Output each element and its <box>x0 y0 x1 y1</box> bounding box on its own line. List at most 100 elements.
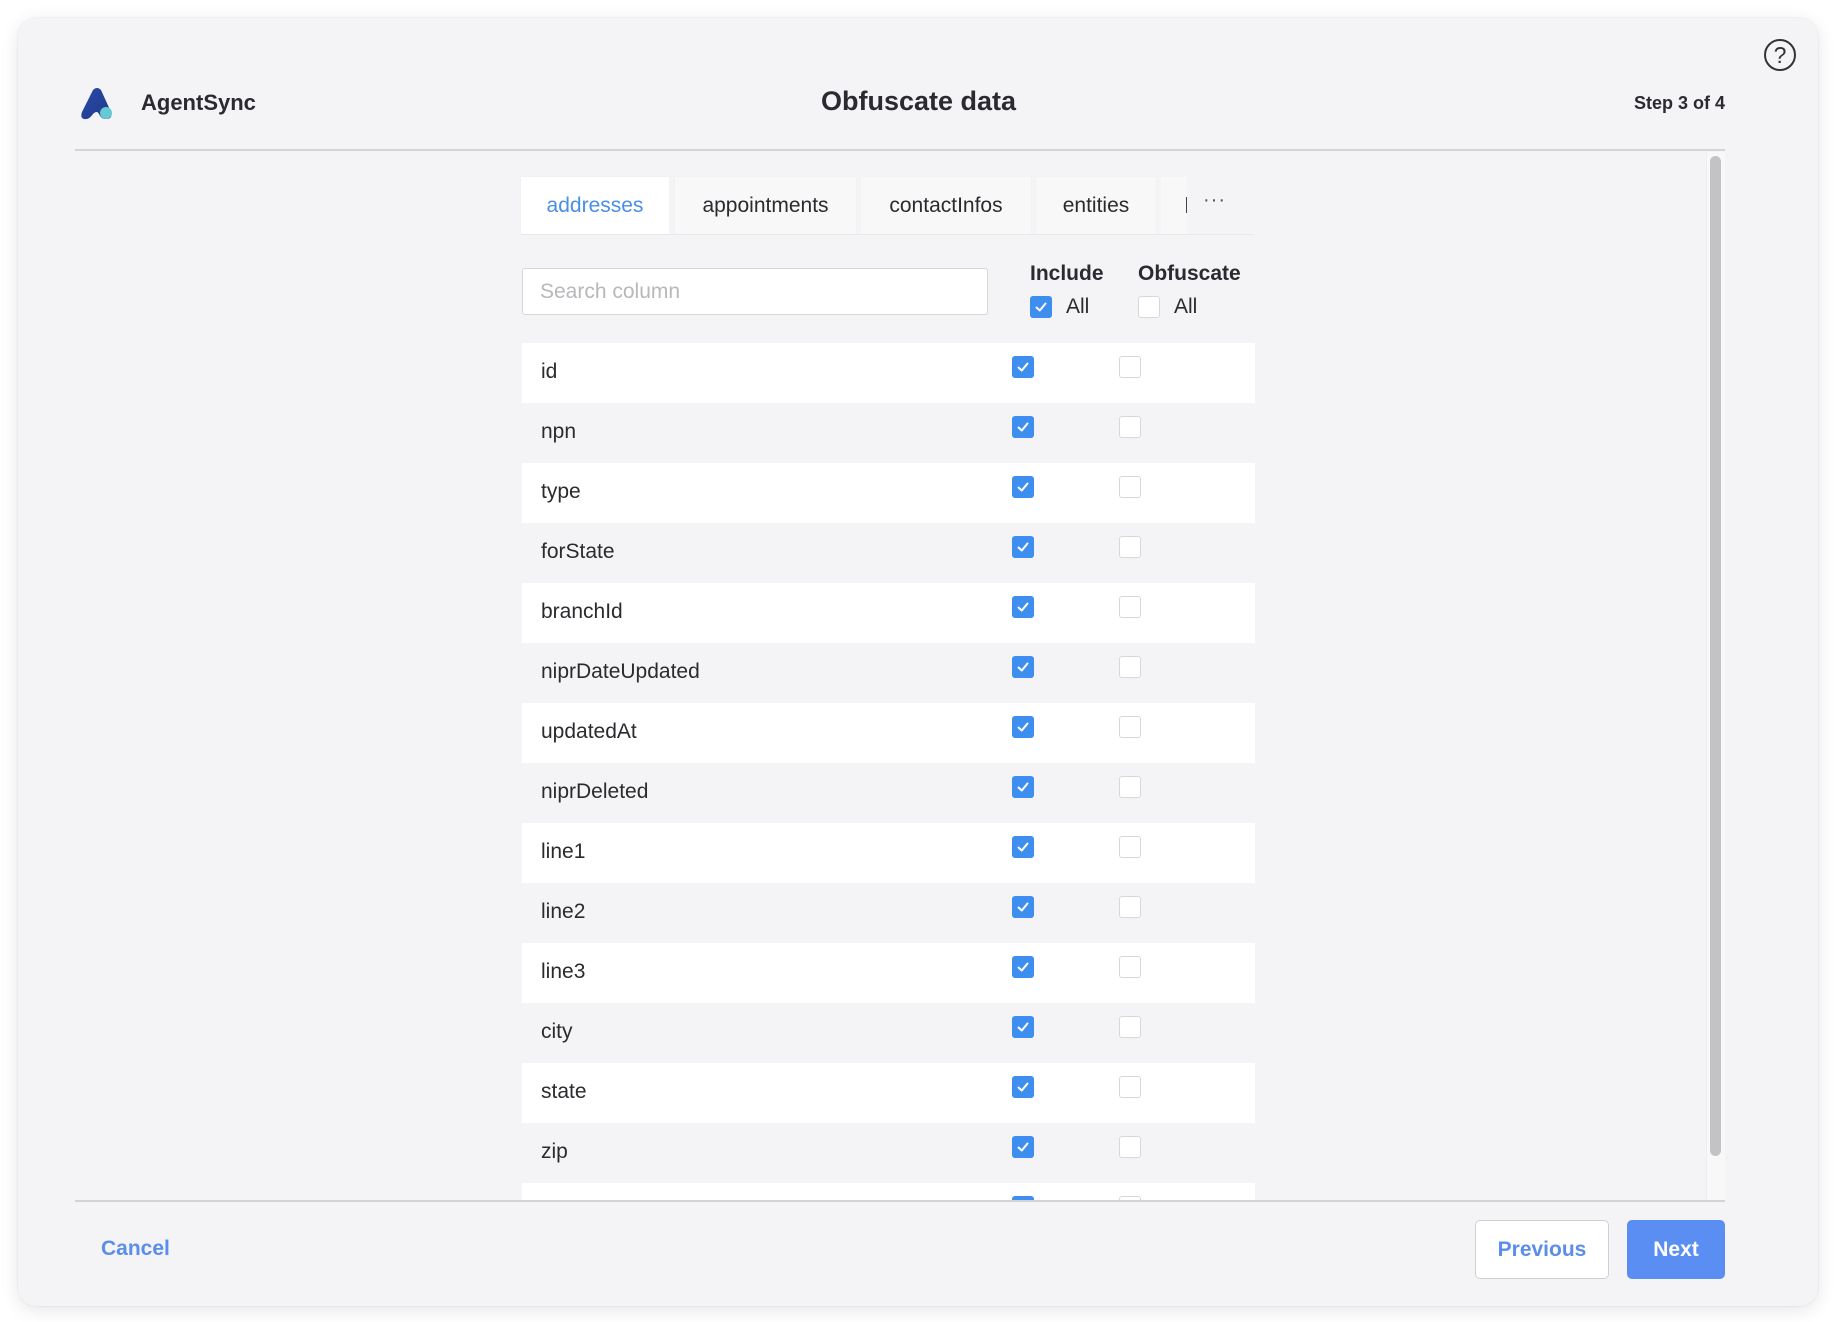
include-all-checkbox[interactable] <box>1030 296 1052 318</box>
checkmark-icon <box>1017 962 1029 972</box>
column-row: type <box>522 463 1255 523</box>
checkmark-icon <box>1017 1142 1029 1152</box>
checkmark-icon <box>1017 902 1029 912</box>
column-row: branchId <box>522 583 1255 643</box>
column-row: forState <box>522 523 1255 583</box>
tab-entities[interactable]: entities <box>1036 177 1156 234</box>
checkmark-icon <box>1017 662 1029 672</box>
obfuscate-checkbox[interactable] <box>1119 1016 1141 1038</box>
column-row: id <box>522 343 1255 403</box>
obfuscate-all-label: All <box>1174 295 1198 318</box>
checkmark-icon <box>1017 422 1029 432</box>
column-row: line3 <box>522 943 1255 1003</box>
column-row: city <box>522 1003 1255 1063</box>
column-row: niprDeleted <box>522 763 1255 823</box>
obfuscate-checkbox[interactable] <box>1119 1136 1141 1158</box>
column-row: line2 <box>522 883 1255 943</box>
column-name: line3 <box>541 960 586 983</box>
column-name: state <box>541 1080 587 1103</box>
include-checkbox[interactable] <box>1012 536 1034 558</box>
header-divider <box>75 149 1725 151</box>
page-title: Obfuscate data <box>820 86 1017 116</box>
column-name: zip <box>541 1140 568 1163</box>
include-checkbox[interactable] <box>1012 596 1034 618</box>
column-row: updatedAt <box>522 703 1255 763</box>
obfuscate-checkbox[interactable] <box>1119 776 1141 798</box>
column-row: state <box>522 1063 1255 1123</box>
checkmark-icon <box>1017 1022 1029 1032</box>
obfuscate-checkbox[interactable] <box>1119 536 1141 558</box>
column-name: npn <box>541 420 577 443</box>
previous-button[interactable]: Previous <box>1475 1220 1609 1279</box>
obfuscate-checkbox[interactable] <box>1119 896 1141 918</box>
question-circle-icon: ? <box>1773 41 1787 68</box>
column-list: id npn type forState branchId niprDateUpdated… <box>522 343 1255 1200</box>
column-name: line2 <box>541 900 586 923</box>
include-checkbox[interactable] <box>1012 776 1034 798</box>
checkmark-icon <box>1017 1082 1029 1092</box>
obfuscate-all-toggle[interactable]: All <box>1138 295 1197 319</box>
include-all-label: All <box>1066 295 1090 318</box>
obfuscate-all-checkbox[interactable] <box>1138 296 1160 318</box>
tab-addresses[interactable]: addresses <box>521 177 669 234</box>
obfuscate-checkbox[interactable] <box>1119 956 1141 978</box>
include-checkbox[interactable] <box>1012 356 1034 378</box>
include-column-header: Include <box>1030 262 1104 285</box>
help-button[interactable]: ? <box>1764 39 1796 71</box>
obfuscate-checkbox[interactable] <box>1119 1076 1141 1098</box>
table-tabs: addresses appointments contactInfos enti… <box>521 177 1254 235</box>
column-row: zip <box>522 1123 1255 1183</box>
include-checkbox[interactable] <box>1012 896 1034 918</box>
checkmark-icon <box>1017 722 1029 732</box>
column-name: forState <box>541 540 615 563</box>
column-row: line1 <box>522 823 1255 883</box>
search-column-input[interactable] <box>522 268 988 315</box>
column-name: line1 <box>541 840 586 863</box>
column-name: id <box>541 360 558 383</box>
include-checkbox[interactable] <box>1012 1076 1034 1098</box>
step-indicator: Step 3 of 4 <box>1633 93 1725 113</box>
obfuscate-checkbox[interactable] <box>1119 596 1141 618</box>
tab-appointments[interactable]: appointments <box>675 177 856 234</box>
checkmark-icon <box>1017 782 1029 792</box>
obfuscate-checkbox[interactable] <box>1119 476 1141 498</box>
obfuscate-checkbox[interactable] <box>1119 356 1141 378</box>
include-checkbox[interactable] <box>1012 956 1034 978</box>
column-name: niprDateUpdated <box>541 660 700 683</box>
column-row <box>522 1183 1255 1200</box>
footer-divider <box>75 1200 1725 1202</box>
column-name: niprDeleted <box>541 780 649 803</box>
include-checkbox[interactable] <box>1012 416 1034 438</box>
scrollbar-thumb[interactable] <box>1710 156 1721 1156</box>
column-name: branchId <box>541 600 623 623</box>
checkmark-icon <box>1017 842 1029 852</box>
include-checkbox[interactable] <box>1012 1136 1034 1158</box>
next-button[interactable]: Next <box>1627 1220 1725 1279</box>
column-name: updatedAt <box>541 720 637 743</box>
checkmark-icon <box>1017 482 1029 492</box>
more-tabs-icon[interactable]: ··· <box>1203 189 1226 212</box>
obfuscate-checkbox[interactable] <box>1119 416 1141 438</box>
obfuscate-checkbox[interactable] <box>1119 716 1141 738</box>
tab-overflow-partial[interactable] <box>1161 177 1187 234</box>
column-name: city <box>541 1020 573 1043</box>
column-name: type <box>541 480 581 503</box>
include-checkbox[interactable] <box>1012 836 1034 858</box>
cancel-button[interactable]: Cancel <box>101 1237 170 1261</box>
checkmark-icon <box>1017 602 1029 612</box>
column-row: niprDateUpdated <box>522 643 1255 703</box>
include-checkbox[interactable] <box>1012 716 1034 738</box>
include-all-toggle[interactable]: All <box>1030 295 1089 319</box>
include-checkbox[interactable] <box>1012 656 1034 678</box>
include-checkbox[interactable] <box>1012 476 1034 498</box>
column-row: npn <box>522 403 1255 463</box>
obfuscate-checkbox[interactable] <box>1119 836 1141 858</box>
checkmark-icon <box>1017 542 1029 552</box>
checkmark-icon <box>1035 302 1047 312</box>
tabs-divider <box>521 234 1254 235</box>
obfuscate-column-header: Obfuscate <box>1138 262 1241 285</box>
checkmark-icon <box>1017 362 1029 372</box>
obfuscate-checkbox[interactable] <box>1119 656 1141 678</box>
include-checkbox[interactable] <box>1012 1016 1034 1038</box>
tab-contactinfos[interactable]: contactInfos <box>861 177 1031 234</box>
